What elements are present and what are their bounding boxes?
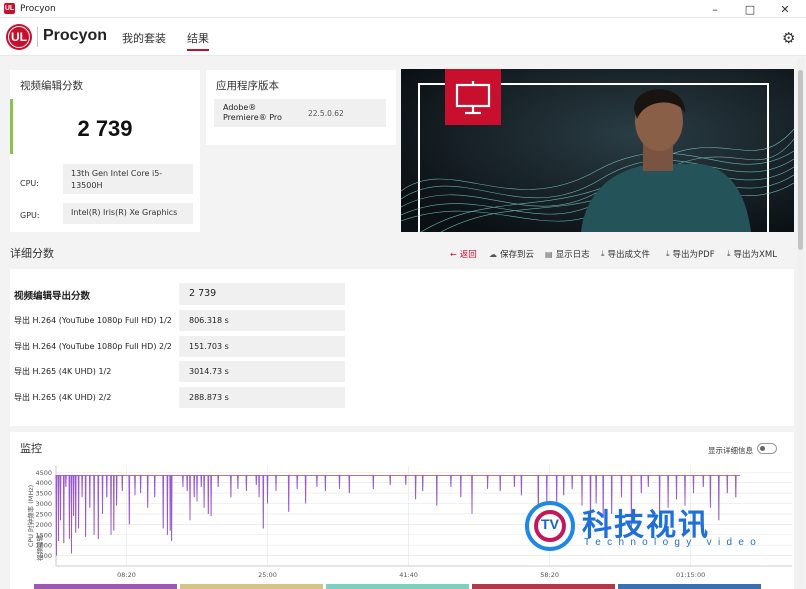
x-tick-label: 58:20 [540,571,559,579]
timeline-segment [34,584,177,589]
y-tick-label: 3500 [35,490,52,498]
y-tick-label: 4000 [35,479,52,487]
timeline-segment [618,584,761,589]
timeline-segment [326,584,469,589]
y-tick-label: 2500 [35,510,52,518]
x-tick-label: 41:40 [399,571,418,579]
watermark-logo-text: TV [541,516,559,532]
x-tick-label: 08:20 [117,571,136,579]
side-label: 视频编辑 [35,535,44,562]
watermark-logo: TV [525,501,575,551]
y-axis-label: CPU 时钟频率 (MHz) [26,485,35,547]
timeline-segment [472,584,615,589]
x-tick-label: 25:00 [258,571,277,579]
watermark-en-text: Technology video [584,537,763,548]
y-tick-label: 3000 [35,500,52,508]
x-tick-label: 01:15:00 [676,571,705,579]
timeline-segment [180,584,323,589]
y-tick-label: 2000 [35,521,52,529]
scrollbar-thumb[interactable] [798,70,803,250]
y-tick-label: 4500 [35,469,52,477]
